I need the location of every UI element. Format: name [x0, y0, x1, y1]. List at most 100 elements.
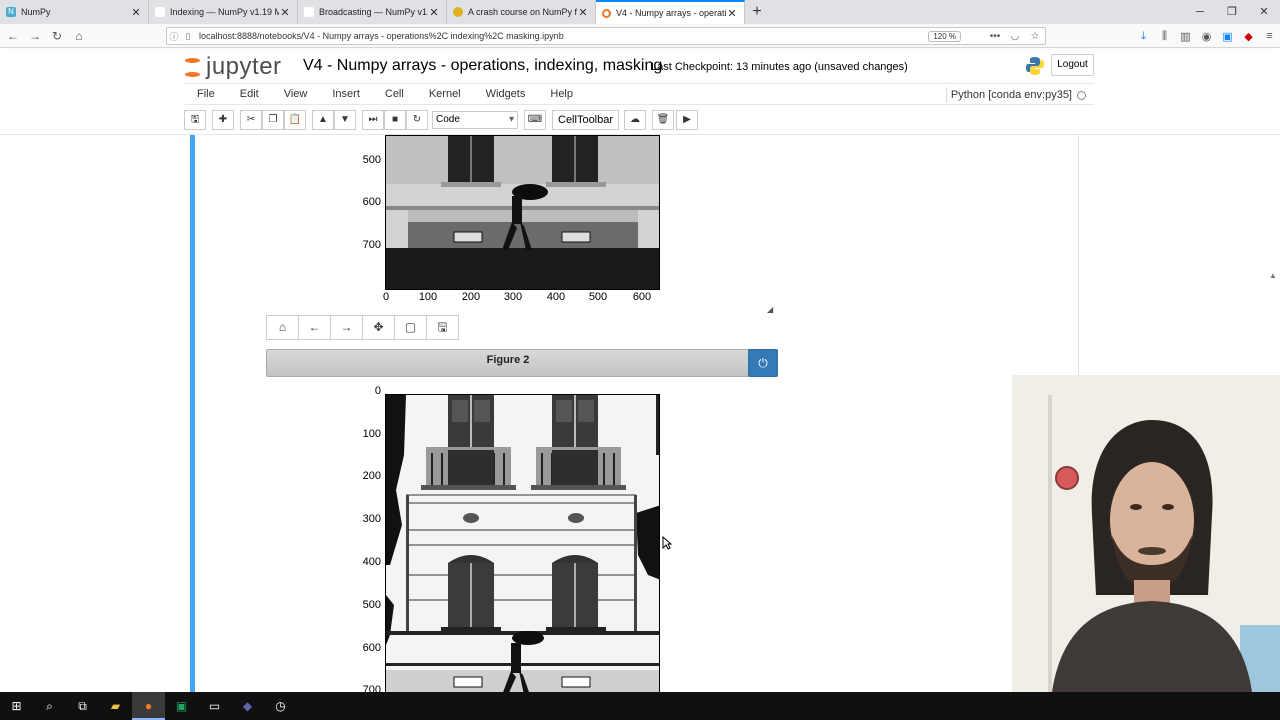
- minimize-icon[interactable]: ─: [1184, 0, 1216, 24]
- forward-icon[interactable]: →: [24, 29, 46, 43]
- insert-cell-icon[interactable]: ✚: [212, 110, 234, 130]
- browser-tab-broadcasting[interactable]: Broadcasting — NumPy v1.19 Man ✕: [298, 0, 447, 24]
- fig1-xtick: 300: [503, 291, 523, 303]
- menu-widgets[interactable]: Widgets: [473, 88, 538, 100]
- fig1-xtick: 100: [418, 291, 438, 303]
- zoom-level[interactable]: 120 %: [928, 30, 961, 42]
- menu-kernel[interactable]: Kernel: [416, 88, 473, 100]
- run-icon[interactable]: ⏭: [362, 110, 384, 130]
- close-tab-icon[interactable]: ✕: [577, 6, 589, 19]
- download-icon[interactable]: ⤓: [1133, 30, 1154, 43]
- extension-icon[interactable]: ◆: [1238, 30, 1259, 43]
- new-tab-button[interactable]: +: [745, 0, 769, 24]
- interrupt-icon[interactable]: ■: [384, 110, 406, 130]
- copy-icon[interactable]: ❐: [262, 110, 284, 130]
- bookmark-star-icon[interactable]: ☆: [1025, 31, 1045, 42]
- fig1-xtick: 600: [632, 291, 652, 303]
- close-tab-icon[interactable]: ✕: [130, 6, 142, 19]
- fig1-xtick: 400: [546, 291, 566, 303]
- close-tab-icon[interactable]: ✕: [726, 7, 738, 20]
- browser-tab-crash-course[interactable]: A crash course on NumPy for i ✕: [447, 0, 596, 24]
- back-icon[interactable]: ←: [2, 29, 24, 43]
- upload-icon[interactable]: ☁: [624, 110, 647, 130]
- reload-icon[interactable]: ↻: [46, 29, 68, 43]
- file-explorer-icon[interactable]: ▰: [99, 692, 132, 720]
- menu-insert[interactable]: Insert: [319, 88, 372, 100]
- zoom-rect-icon[interactable]: ▢: [394, 315, 427, 340]
- fig2-ytick: 0: [374, 385, 381, 397]
- figure-nav-toolbar: ⌂ ← → ✥ ▢ 🖫: [266, 315, 459, 340]
- info-icon[interactable]: ⓘ: [167, 30, 181, 43]
- fig1-ytick: 700: [362, 239, 381, 251]
- window-controls: ─ ❐ ✕: [1184, 0, 1280, 24]
- menu-help[interactable]: Help: [537, 88, 585, 100]
- command-palette-icon[interactable]: ⌨: [524, 110, 546, 130]
- trash-icon[interactable]: 🗑: [652, 110, 675, 130]
- close-figure-power-icon[interactable]: ⏻: [748, 349, 778, 377]
- celltoolbar-button[interactable]: CellToolbar: [552, 110, 620, 130]
- address-bar[interactable]: ⓘ ▯ localhost:8888/notebooks/V4 - Numpy …: [166, 27, 1046, 45]
- restore-icon[interactable]: ❐: [1216, 0, 1248, 24]
- firefox-icon[interactable]: ●: [132, 692, 165, 720]
- url-text[interactable]: localhost:8888/notebooks/V4 - Numpy arra…: [195, 31, 928, 41]
- save-icon[interactable]: 🖫: [184, 110, 206, 130]
- paste-icon[interactable]: 📋: [284, 110, 306, 130]
- account-icon[interactable]: ◉: [1196, 30, 1217, 43]
- fig2-ytick: 700: [362, 684, 381, 692]
- menu-cell[interactable]: Cell: [372, 88, 416, 100]
- back-view-icon[interactable]: ←: [298, 315, 331, 340]
- move-up-icon[interactable]: ▲: [312, 110, 334, 130]
- windows-start-icon[interactable]: ⊞: [0, 692, 33, 720]
- notebook-name[interactable]: V4 - Numpy arrays - operations, indexing…: [303, 57, 662, 75]
- close-tab-icon[interactable]: ✕: [428, 6, 440, 19]
- cell-type-select[interactable]: Code: [432, 111, 518, 129]
- menu-view[interactable]: View: [271, 88, 320, 100]
- fig2-ytick: 100: [362, 428, 381, 440]
- library-icon[interactable]: ⫼: [1154, 30, 1175, 43]
- webcam-overlay: [1012, 375, 1280, 692]
- menu-edit[interactable]: Edit: [227, 88, 271, 100]
- resize-handle-icon[interactable]: ◢: [767, 305, 773, 314]
- fig2-ytick: 500: [362, 599, 381, 611]
- figure1-plot: [386, 136, 659, 289]
- excel-icon[interactable]: ▣: [165, 692, 198, 720]
- menu-icon[interactable]: ≡: [1259, 30, 1280, 42]
- sidebar-icon[interactable]: ▥: [1175, 30, 1196, 43]
- pocket-icon[interactable]: ◡: [1005, 31, 1025, 42]
- logout-button[interactable]: Logout: [1051, 54, 1094, 76]
- clock-app-icon[interactable]: ◷: [264, 692, 297, 720]
- download-figure-icon[interactable]: 🖫: [426, 315, 459, 340]
- browser-tab-notebook[interactable]: V4 - Numpy arrays - operations ✕: [596, 0, 745, 24]
- teams-icon[interactable]: ◆: [231, 692, 264, 720]
- fig1-ytick: 600: [362, 196, 381, 208]
- selected-cell-indicator: [190, 135, 195, 692]
- tab-title: NumPy: [21, 7, 51, 17]
- browser-tab-indexing[interactable]: Indexing — NumPy v1.19 Manual ✕: [149, 0, 298, 24]
- browser-tab-numpy[interactable]: N NumPy ✕: [0, 0, 149, 24]
- figure2-image: [385, 394, 660, 692]
- restart-icon[interactable]: ↻: [406, 110, 428, 130]
- terminal-icon[interactable]: ▭: [198, 692, 231, 720]
- presenter-video: [1012, 375, 1280, 692]
- home-icon[interactable]: ⌂: [68, 29, 90, 43]
- jupyter-logo[interactable]: jupyter: [184, 53, 282, 81]
- menu-file[interactable]: File: [184, 88, 227, 100]
- youtube-icon[interactable]: ▶: [676, 110, 699, 130]
- fig2-ytick: 200: [362, 470, 381, 482]
- forward-view-icon[interactable]: →: [330, 315, 363, 340]
- notebook-toolbar: 🖫 ✚ ✂ ❐ 📋 ▲ ▼ ⏭ ■ ↻ Code ⌨ CellToolbar ☁…: [184, 110, 700, 130]
- task-view-icon[interactable]: ⧉: [66, 692, 99, 720]
- close-tab-icon[interactable]: ✕: [279, 6, 291, 19]
- kernel-name: Python [conda env:py35]: [950, 89, 1072, 101]
- container-icon[interactable]: ▣: [1217, 30, 1238, 43]
- tab-title: Broadcasting — NumPy v1.19 Man: [319, 7, 428, 17]
- more-actions-icon[interactable]: •••: [985, 31, 1005, 42]
- pan-icon[interactable]: ✥: [362, 315, 395, 340]
- move-down-icon[interactable]: ▼: [334, 110, 356, 130]
- close-window-icon[interactable]: ✕: [1248, 0, 1280, 24]
- kernel-status-icon: [1077, 90, 1086, 100]
- scroll-up-icon[interactable]: ▲: [1269, 271, 1277, 280]
- cut-icon[interactable]: ✂: [240, 110, 262, 130]
- home-view-icon[interactable]: ⌂: [266, 315, 299, 340]
- search-icon[interactable]: ⌕: [33, 692, 66, 720]
